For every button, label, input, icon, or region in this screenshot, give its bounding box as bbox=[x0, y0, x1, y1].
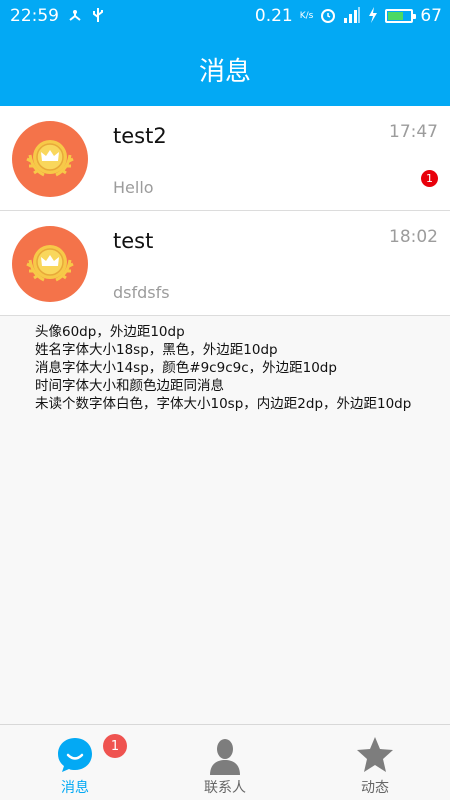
network-speed-unit: K/s bbox=[299, 11, 314, 21]
conversation-list: test2 Hello 17:47 1 test dsfdsfs 18:02 bbox=[0, 106, 450, 316]
message-time: 18:02 bbox=[389, 227, 438, 247]
message-time: 17:47 bbox=[389, 122, 438, 142]
message-preview: dsfdsfs bbox=[113, 283, 170, 302]
conversation-item[interactable]: test dsfdsfs 18:02 bbox=[0, 211, 450, 316]
note-line: 头像60dp，外边距10dp bbox=[35, 324, 185, 340]
tab-contacts-label: 联系人 bbox=[204, 780, 246, 796]
battery-level: 67 bbox=[420, 6, 442, 26]
conversation-item[interactable]: test2 Hello 17:47 1 bbox=[0, 106, 450, 211]
crown-medal-icon bbox=[26, 140, 74, 177]
note-line: 未读个数字体白色，字体大小10sp，内边距2dp，外边距10dp bbox=[35, 396, 412, 412]
note-line: 消息字体大小14sp，颜色#9c9c9c，外边距10dp bbox=[35, 360, 337, 376]
tab-messages-label: 消息 bbox=[61, 780, 89, 796]
crown-medal-icon bbox=[26, 245, 74, 282]
contact-name: test2 bbox=[113, 124, 167, 148]
app-header: 消息 bbox=[0, 32, 450, 106]
status-right: 0.21 K/s 67 bbox=[255, 6, 442, 26]
avatar bbox=[12, 121, 88, 197]
unread-badge: 1 bbox=[421, 170, 438, 187]
star-icon bbox=[357, 737, 393, 772]
chat-bubble-icon bbox=[58, 738, 92, 772]
alarm-icon bbox=[320, 7, 336, 26]
signal-icon bbox=[343, 6, 361, 26]
network-speed: 0.21 bbox=[254, 6, 293, 26]
message-preview: Hello bbox=[113, 178, 154, 197]
layout-notes: 头像60dp，外边距10dp 姓名字体大小18sp，黑色，外边距10dp 消息字… bbox=[35, 323, 445, 413]
note-line: 姓名字体大小18sp，黑色，外边距10dp bbox=[35, 342, 278, 358]
page-title: 消息 bbox=[198, 56, 251, 87]
tab-messages-badge: 1 bbox=[103, 734, 127, 758]
contact-name: test bbox=[113, 229, 154, 253]
battery-icon bbox=[385, 9, 417, 23]
charging-icon bbox=[368, 6, 378, 26]
contact-person-icon bbox=[210, 739, 240, 775]
note-line: 时间字体大小和颜色边距同消息 bbox=[35, 378, 224, 394]
status-bar: 22:59 0.21 K/s 67 bbox=[0, 0, 450, 32]
status-time: 22:59 bbox=[10, 6, 59, 26]
tab-moments-label: 动态 bbox=[361, 780, 389, 796]
usb-icon bbox=[91, 7, 105, 26]
bottom-navigation: 消息 1 联系人 动态 bbox=[0, 724, 450, 800]
tab-messages[interactable]: 消息 1 bbox=[0, 725, 150, 800]
share-icon bbox=[67, 8, 83, 25]
status-left: 22:59 bbox=[10, 6, 105, 26]
tab-contacts[interactable]: 联系人 bbox=[150, 725, 300, 800]
avatar bbox=[12, 226, 88, 302]
tab-moments[interactable]: 动态 bbox=[300, 725, 450, 800]
